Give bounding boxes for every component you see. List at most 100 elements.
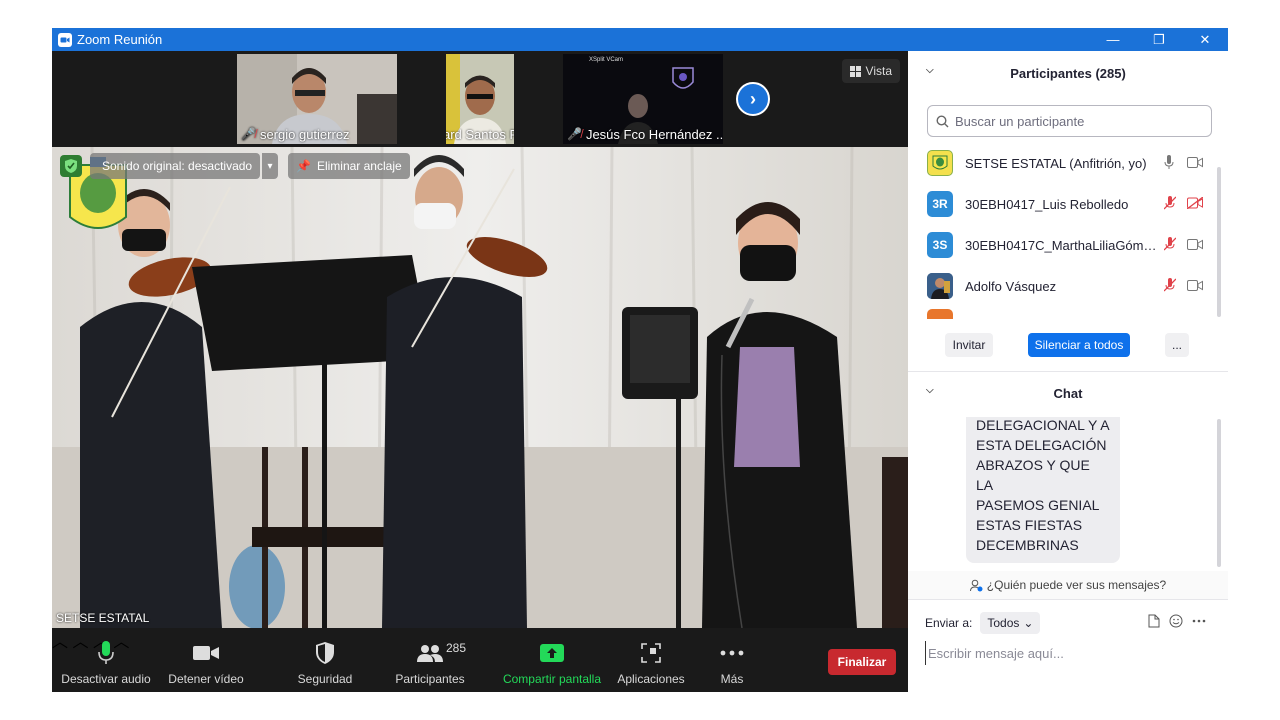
chat-tools xyxy=(1148,614,1206,628)
chevron-down-icon: ⌄ xyxy=(1023,616,1034,630)
chat-title: Chat xyxy=(1053,385,1083,401)
video-camera-icon[interactable] xyxy=(1187,156,1205,171)
participant-name-label: 🎤̸ Jesús Fco Hernández ... xyxy=(563,124,723,144)
participant-row[interactable]: Adolfo Vásquez xyxy=(908,266,1214,306)
share-screen-icon xyxy=(540,640,564,666)
collapse-chevron-icon[interactable]: ⌵ xyxy=(926,385,934,396)
apps-button[interactable]: Aplicaciones xyxy=(614,628,688,692)
mute-audio-label: Desactivar audio xyxy=(61,672,151,686)
minimize-button[interactable]: — xyxy=(1090,28,1136,51)
shield-icon xyxy=(316,640,334,666)
microphone-icon[interactable] xyxy=(1164,154,1178,172)
view-label: Vista xyxy=(865,64,892,78)
message-line: ESTA DELEGACIÓN xyxy=(976,437,1107,453)
avatar xyxy=(927,150,953,176)
video-camera-icon[interactable] xyxy=(1187,279,1205,294)
video-camera-icon[interactable] xyxy=(1187,238,1205,253)
who-can-see-link[interactable]: ¿Quién puede ver sus mensajes? xyxy=(908,571,1228,599)
participant-thumbnail[interactable]: 🎤̸ sergio gutierrez xyxy=(237,54,397,144)
participants-header: ⌵ Participantes (285) xyxy=(908,51,1228,95)
participant-name: 30EBH0417C_MarthaLiliaGómez... xyxy=(965,237,1161,253)
mic-muted-icon[interactable] xyxy=(1163,236,1178,254)
window-title: Zoom Reunión xyxy=(77,32,163,47)
mute-all-button[interactable]: Silenciar a todos xyxy=(1028,333,1130,357)
title-bar: Zoom Reunión — ❐ ✕ xyxy=(52,28,1228,51)
emoji-icon[interactable] xyxy=(1169,614,1183,628)
chat-messages: DELEGACIONAL Y A ESTA DELEGACIÓN ABRAZOS… xyxy=(908,417,1228,567)
more-button[interactable]: Más xyxy=(704,628,760,692)
participant-thumbnail[interactable]: XSplit VCam 🎤̸ Jesús Fco Hernández ... xyxy=(563,54,723,144)
message-line: ESTAS FIESTAS xyxy=(976,517,1083,533)
more-dots-icon xyxy=(720,640,744,666)
panel-divider xyxy=(908,599,1228,600)
original-sound-dropdown[interactable]: ▾ xyxy=(262,153,278,179)
original-sound-toggle[interactable]: Sonido original: desactivado xyxy=(90,153,261,179)
stop-video-label: Detener vídeo xyxy=(168,672,244,686)
mic-muted-icon[interactable] xyxy=(1163,277,1178,295)
who-can-see-label: ¿Quién puede ver sus mensajes? xyxy=(986,578,1167,592)
avatar: 3R xyxy=(927,191,953,217)
restore-button[interactable]: ❐ xyxy=(1136,28,1182,51)
participant-row[interactable]: 3S 30EBH0417C_MarthaLiliaGómez... xyxy=(908,225,1214,265)
participant-name-label: 🎤̸ sergio gutierrez xyxy=(237,124,397,144)
participant-name: Adolfo Vásquez xyxy=(965,278,1057,294)
more-label: Más xyxy=(720,672,744,686)
avatar: 3S xyxy=(927,232,953,258)
apps-icon xyxy=(641,640,661,666)
unpin-button[interactable]: 📌 Eliminar anclaje xyxy=(288,153,410,179)
send-to-row: Enviar a: Todos ⌄ xyxy=(925,612,1041,634)
invite-button[interactable]: Invitar xyxy=(945,333,993,357)
mic-muted-icon: 🎤̸ xyxy=(241,127,256,141)
participants-button[interactable]: Participantes xyxy=(390,628,470,692)
participant-name-label: 🎤̸Richard Santos Pereyra xyxy=(446,124,514,144)
participants-label: Participantes xyxy=(395,672,465,686)
person-info-icon xyxy=(969,579,983,591)
message-line: DECEMBRINAS xyxy=(976,537,1079,553)
message-line: ABRAZOS Y QUE LA xyxy=(976,457,1090,493)
avatar xyxy=(927,309,953,319)
security-label: Seguridad xyxy=(297,672,353,686)
chat-message-bubble: DELEGACIONAL Y A ESTA DELEGACIÓN ABRAZOS… xyxy=(966,417,1120,563)
recipient-dropdown[interactable]: Todos ⌄ xyxy=(980,612,1041,634)
participant-name: 30EBH0417_Luis Rebolledo xyxy=(965,196,1129,212)
participant-list-scrollbar[interactable] xyxy=(1217,167,1221,317)
file-icon[interactable] xyxy=(1148,614,1160,628)
security-button[interactable]: Seguridad xyxy=(288,628,362,692)
end-meeting-button[interactable]: Finalizar xyxy=(828,649,896,675)
close-button[interactable]: ✕ xyxy=(1182,28,1228,51)
participant-name: Jesús Fco Hernández ... xyxy=(585,126,723,142)
participant-search-input[interactable]: Buscar un participante xyxy=(927,105,1212,137)
participant-list: SETSE ESTATAL (Anfitrión, yo) 3R 30EBH04… xyxy=(908,143,1228,319)
pin-icon: 📌 xyxy=(296,159,311,173)
view-button[interactable]: Vista xyxy=(841,59,900,83)
apps-label: Aplicaciones xyxy=(617,672,685,686)
security-shield-icon xyxy=(60,155,82,177)
chat-scrollbar[interactable] xyxy=(1217,419,1221,567)
participant-actions: Invitar Silenciar a todos ... xyxy=(908,333,1228,363)
more-options-button[interactable]: ... xyxy=(1165,333,1189,357)
zoom-window: Zoom Reunión — ❐ ✕ 🎤̸ sergio gutierrez a… xyxy=(52,28,1228,692)
search-icon xyxy=(936,114,949,127)
participant-row[interactable]: 3R 30EBH0417_Luis Rebolledo xyxy=(908,184,1214,224)
microphone-icon xyxy=(98,640,114,666)
participants-icon xyxy=(417,640,443,666)
participant-row[interactable]: SETSE ESTATAL (Anfitrión, yo) xyxy=(908,143,1214,183)
chat-message-input[interactable]: Escribir mensaje aquí... xyxy=(925,641,1215,665)
stop-video-button[interactable]: Detener vídeo xyxy=(164,628,248,692)
mic-muted-icon[interactable] xyxy=(1163,195,1178,213)
mute-audio-button[interactable]: Desactivar audio xyxy=(58,628,154,692)
video-camera-icon xyxy=(193,640,219,666)
participant-thumbnail[interactable]: 🎤̸Richard Santos Pereyra xyxy=(446,54,514,144)
send-to-label: Enviar a: xyxy=(925,616,973,630)
grid-icon xyxy=(849,65,861,77)
chat-header: ⌵ Chat xyxy=(908,371,1228,415)
search-placeholder: Buscar un participante xyxy=(955,113,1085,129)
unpin-label: Eliminar anclaje xyxy=(316,159,402,173)
participants-title: Participantes (285) xyxy=(1010,65,1126,81)
video-off-icon[interactable] xyxy=(1186,195,1205,212)
share-screen-button[interactable]: Compartir pantalla xyxy=(500,628,604,692)
participant-name: Richard Santos Pereyra xyxy=(446,126,514,142)
more-dots-icon[interactable] xyxy=(1192,619,1206,623)
collapse-chevron-icon[interactable]: ⌵ xyxy=(926,65,934,76)
next-page-button[interactable]: › xyxy=(736,82,770,116)
